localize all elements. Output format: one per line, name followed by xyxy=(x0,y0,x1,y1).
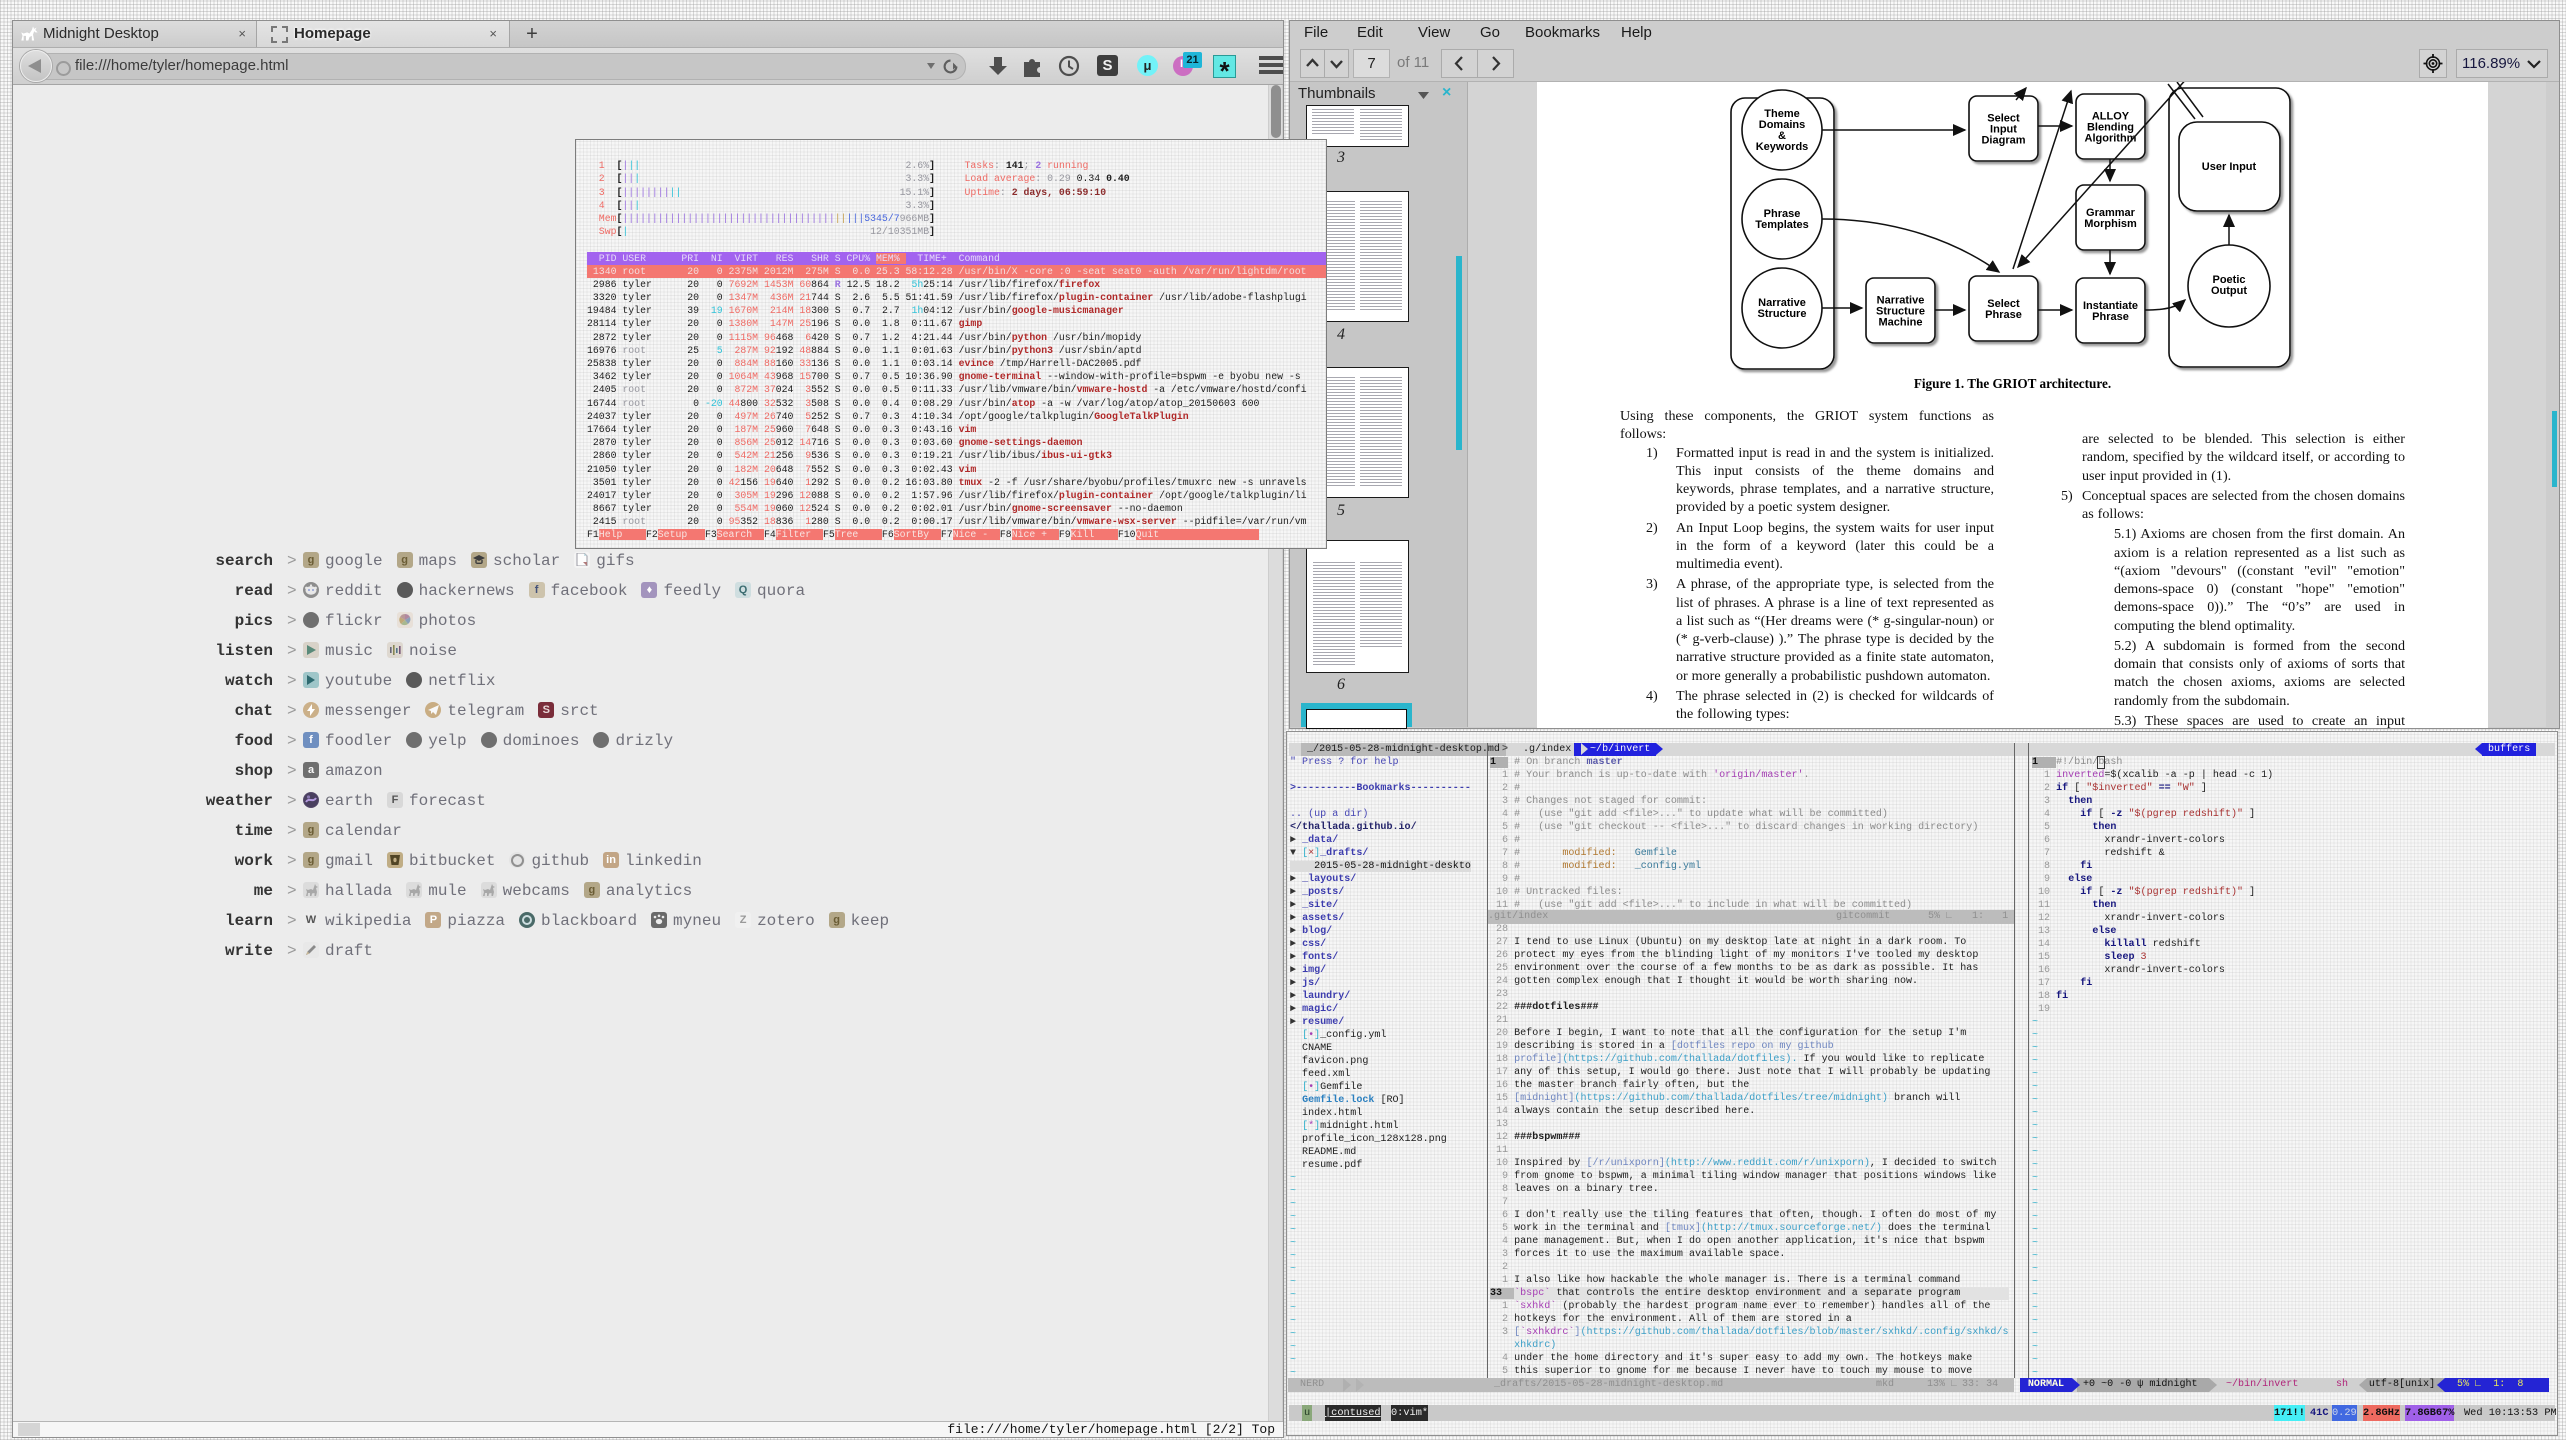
svg-text:User Input: User Input xyxy=(2202,161,2257,173)
svg-text:Templates: Templates xyxy=(1755,219,1809,231)
svg-text:Structure: Structure xyxy=(1758,308,1807,320)
svg-text:Phrase: Phrase xyxy=(2092,311,2129,323)
svg-text:Morphism: Morphism xyxy=(2084,218,2137,230)
svg-text:Output: Output xyxy=(2211,285,2247,297)
svg-text:Keywords: Keywords xyxy=(1756,141,1809,153)
svg-text:Machine: Machine xyxy=(1878,317,1922,329)
svg-text:Phrase: Phrase xyxy=(1985,309,2022,321)
svg-text:Diagram: Diagram xyxy=(1981,135,2025,147)
